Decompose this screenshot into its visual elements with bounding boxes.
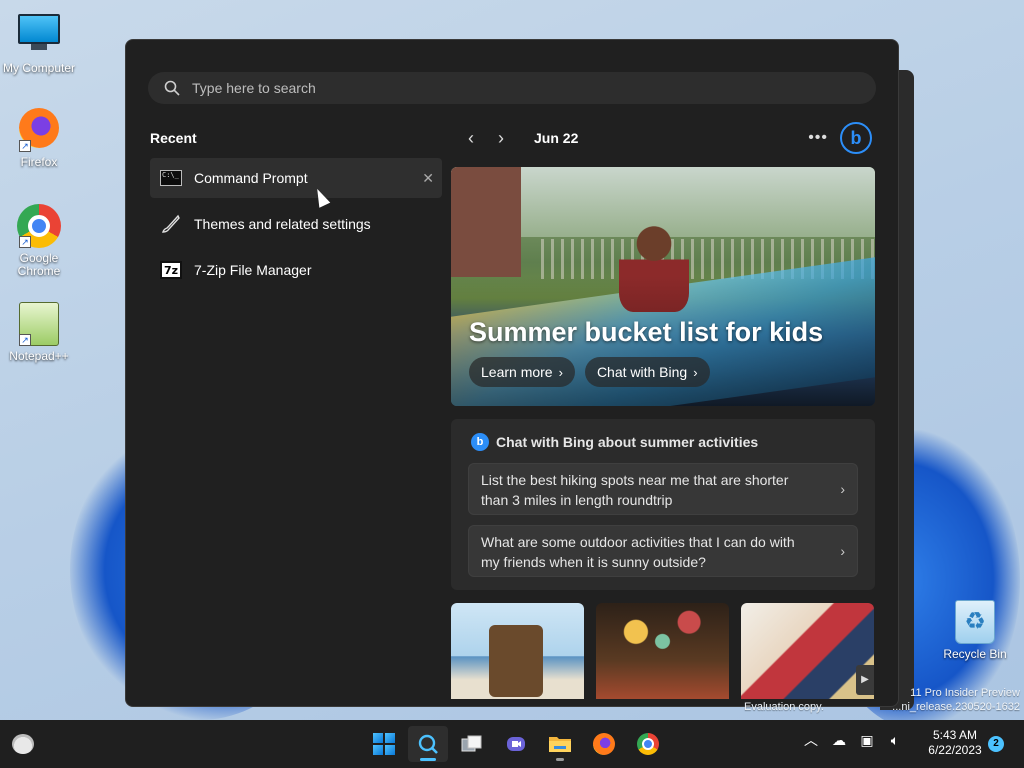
highlights-date: Jun 22	[534, 130, 579, 146]
meet-now-icon	[507, 737, 525, 751]
system-tray: ︿ ☁ ▣ 🔈︎	[800, 730, 912, 750]
desktop-icon-my-computer[interactable]: My Computer	[0, 10, 78, 75]
notepadpp-icon: ↗	[17, 302, 61, 346]
network-icon[interactable]: ▣	[856, 732, 878, 749]
watermark-edition: 11 Pro Insider Preview	[910, 687, 1020, 699]
file-explorer-button[interactable]	[540, 726, 580, 762]
task-view-button[interactable]	[452, 726, 492, 762]
chevron-right-icon[interactable]: ›	[486, 128, 516, 149]
close-icon[interactable]: ✕	[422, 170, 434, 187]
chrome-icon	[637, 733, 659, 755]
chat-with-bing-button[interactable]: Chat with Bing ›	[584, 357, 710, 387]
recent-item-label: Themes and related settings	[194, 216, 371, 232]
learn-more-button[interactable]: Learn more ›	[469, 357, 575, 387]
teams-chat-button[interactable]	[496, 726, 536, 762]
learn-more-label: Learn more	[481, 364, 553, 380]
chat-prompt-text: What are some outdoor activities that I …	[481, 534, 795, 570]
recent-item-7zip[interactable]: 7z 7-Zip File Manager	[150, 250, 442, 290]
computer-icon	[17, 14, 61, 58]
chevron-right-icon: ›	[558, 364, 563, 380]
chat-prompt-outdoor[interactable]: What are some outdoor activities that I …	[468, 525, 858, 577]
task-view-icon	[461, 735, 482, 752]
desktop-icon-label: Notepad++	[9, 349, 69, 363]
shortcut-arrow-icon: ↗	[19, 140, 31, 152]
watermark-eval: Evaluation copy.	[744, 701, 824, 713]
chat-prompt-hiking[interactable]: List the best hiking spots near me that …	[468, 463, 858, 515]
taskbar: ︿ ☁ ▣ 🔈︎ 5:43 AM 6/22/2023 2	[0, 720, 1024, 768]
bing-chat-card: b Chat with Bing about summer activities…	[451, 419, 875, 590]
desktop-icon-recycle-bin[interactable]: ♻ Recycle Bin	[936, 600, 1014, 661]
search-box[interactable]	[148, 72, 876, 104]
firefox-icon	[593, 733, 615, 755]
weather-icon[interactable]	[12, 734, 34, 754]
brush-icon	[160, 214, 182, 233]
watermark: 11 Pro Insider Preview ...ni_release.230…	[892, 686, 1020, 714]
chevron-up-icon[interactable]: ︿	[800, 730, 822, 750]
firefox-icon: ↗	[17, 108, 61, 152]
search-icon	[164, 80, 180, 96]
chevron-right-icon: ›	[840, 543, 845, 559]
thumbnail-picnic-items[interactable]: ▶	[741, 603, 874, 699]
more-options-icon[interactable]: •••	[808, 129, 828, 147]
thumbnail-beach-chair[interactable]	[451, 603, 584, 699]
recent-item-command-prompt[interactable]: C:\_ Command Prompt ✕	[150, 158, 442, 198]
recycle-bin-icon: ♻	[953, 600, 997, 644]
chat-prompt-text: List the best hiking spots near me that …	[481, 472, 789, 508]
shortcut-arrow-icon: ↗	[19, 334, 31, 346]
search-button[interactable]	[408, 726, 448, 762]
shortcut-arrow-icon: ↗	[19, 236, 31, 248]
desktop-icon-label: My Computer	[2, 61, 76, 75]
folder-icon	[549, 737, 571, 752]
chevron-right-icon: ›	[693, 364, 698, 380]
recent-item-label: Command Prompt	[194, 170, 308, 186]
desktop-icon-notepadpp[interactable]: ↗ Notepad++	[0, 302, 78, 363]
thumbnail-lantern-dinner[interactable]	[596, 603, 729, 699]
desktop-icon-label: Firefox	[20, 155, 58, 169]
search-input[interactable]	[192, 80, 832, 96]
recent-item-themes[interactable]: Themes and related settings	[150, 204, 442, 244]
desktop-icon-firefox[interactable]: ↗ Firefox	[0, 106, 78, 169]
chrome-icon: ↗	[17, 204, 61, 248]
windows-icon	[373, 733, 395, 755]
notification-badge[interactable]: 2	[988, 736, 1004, 752]
bing-icon: b	[471, 433, 489, 451]
bing-icon[interactable]: b	[840, 122, 872, 154]
chat-with-bing-label: Chat with Bing	[596, 364, 688, 380]
seven-zip-icon: 7z	[160, 261, 182, 279]
chevron-left-icon[interactable]: ‹	[456, 128, 486, 149]
clock-time: 5:43 AM	[932, 728, 978, 742]
volume-icon[interactable]: 🔈︎	[884, 732, 906, 749]
desktop-icon-chrome[interactable]: ↗ Google Chrome	[0, 204, 78, 278]
search-panel: Recent C:\_ Command Prompt ✕ Themes and …	[125, 39, 899, 707]
hero-title: Summer bucket list for kids	[469, 317, 824, 347]
desktop-icon-label: Google Chrome	[17, 251, 61, 278]
firefox-taskbar-button[interactable]	[584, 726, 624, 762]
onedrive-icon[interactable]: ☁	[828, 732, 850, 749]
command-prompt-icon: C:\_	[160, 169, 182, 187]
chat-heading: Chat with Bing about summer activities	[496, 434, 759, 450]
recent-item-label: 7-Zip File Manager	[194, 262, 312, 278]
clock-date: 6/22/2023	[928, 743, 982, 757]
thumbnail-row: ▶	[451, 603, 875, 699]
hero-card[interactable]: Summer bucket list for kids Learn more ›…	[451, 167, 875, 406]
chrome-taskbar-button[interactable]	[628, 726, 668, 762]
watermark-build: ...ni_release.230520-1632	[892, 701, 1020, 713]
chevron-right-icon[interactable]: ▶	[856, 665, 874, 695]
highlights-nav: ‹ › Jun 22 ••• b	[456, 122, 876, 154]
recent-heading: Recent	[150, 130, 197, 146]
recent-list: C:\_ Command Prompt ✕ Themes and related…	[150, 158, 442, 296]
chevron-right-icon: ›	[840, 481, 845, 497]
start-button[interactable]	[364, 726, 404, 762]
clock[interactable]: 5:43 AM 6/22/2023	[920, 728, 990, 758]
search-icon	[418, 734, 438, 754]
desktop-icon-label: Recycle Bin	[943, 647, 1007, 661]
